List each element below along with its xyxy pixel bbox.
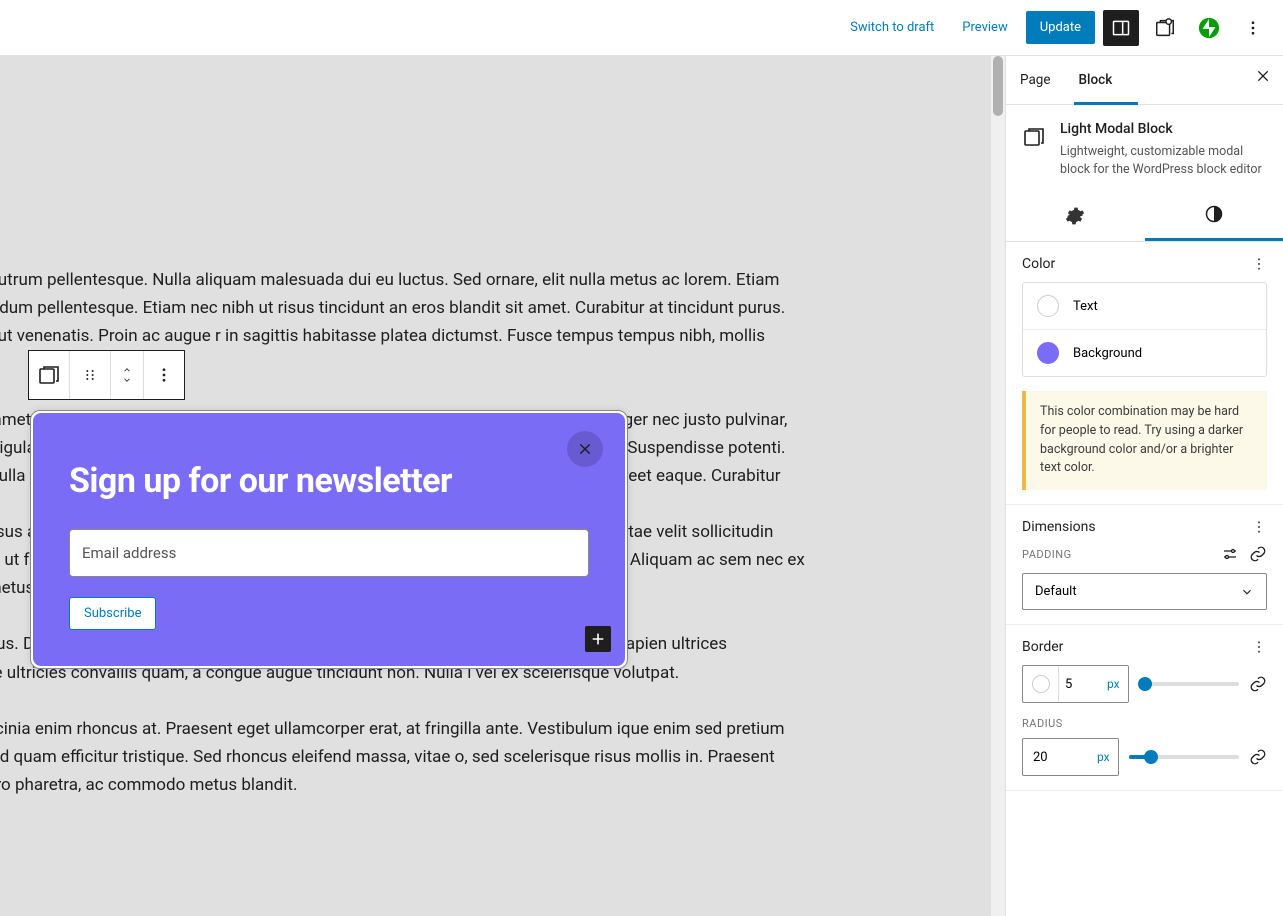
move-buttons: [111, 351, 144, 399]
block-options-button[interactable]: [144, 351, 184, 399]
scrollbar-thumb[interactable]: [993, 56, 1003, 116]
preview-link[interactable]: Preview: [952, 12, 1017, 43]
border-panel: Border px RADIUS: [1006, 625, 1283, 791]
styles-icon: [1204, 204, 1224, 224]
dimensions-heading: Dimensions: [1022, 519, 1096, 535]
border-unit-select[interactable]: px: [1099, 677, 1128, 691]
block-card-description: Lightweight, customizable modal block fo…: [1060, 143, 1267, 178]
link-icon: [1249, 545, 1267, 563]
modal-block-icon: [37, 363, 61, 387]
link-radius-toggle[interactable]: [1249, 748, 1267, 766]
color-panel: Color Text Background This color combina…: [1006, 242, 1283, 505]
padding-value: Default: [1035, 584, 1077, 599]
close-icon: [577, 441, 593, 457]
link-icon: [1249, 675, 1267, 693]
text-color-label: Text: [1073, 299, 1098, 314]
border-width-input[interactable]: px: [1022, 665, 1129, 703]
chevron-down-icon: [119, 375, 135, 385]
editor-canvas[interactable]: am feugiat ante ac leo rutrum pellentesq…: [0, 56, 1005, 916]
email-field[interactable]: Email address: [69, 529, 589, 577]
settings-sidebar: Page Block Light Modal Block Lightweight…: [1005, 56, 1283, 916]
text-color-row[interactable]: Text: [1023, 283, 1266, 329]
text-color-swatch: [1037, 295, 1059, 317]
block-toolbar: [28, 350, 185, 400]
update-button[interactable]: Update: [1026, 11, 1095, 44]
sliders-icon: [1221, 545, 1239, 563]
modal-block[interactable]: Sign up for our newsletter Email address…: [30, 410, 628, 669]
padding-select[interactable]: Default: [1022, 573, 1267, 610]
close-icon: [1255, 68, 1271, 84]
link-sides-toggle[interactable]: [1249, 545, 1267, 563]
slider-thumb[interactable]: [1138, 677, 1152, 691]
add-block-button[interactable]: [585, 626, 611, 652]
kebab-icon: [1251, 639, 1267, 655]
kebab-icon: [1251, 256, 1267, 272]
border-radius-field[interactable]: [1023, 750, 1089, 765]
block-type-button[interactable]: [29, 351, 70, 399]
close-sidebar-button[interactable]: [1243, 56, 1283, 104]
border-color-swatch: [1032, 675, 1050, 693]
padding-label: PADDING: [1022, 548, 1072, 561]
tab-styles[interactable]: [1145, 190, 1283, 241]
border-options-button[interactable]: [1251, 639, 1267, 655]
color-options-button[interactable]: [1251, 256, 1267, 272]
canvas-scrollbar[interactable]: [991, 56, 1005, 916]
block-card: Light Modal Block Lightweight, customiza…: [1006, 105, 1283, 190]
border-heading: Border: [1022, 639, 1063, 655]
switch-to-draft-link[interactable]: Switch to draft: [840, 12, 944, 43]
tab-block[interactable]: Block: [1065, 56, 1127, 104]
settings-sidebar-toggle[interactable]: [1103, 10, 1139, 46]
inspector-tabs: [1006, 190, 1283, 242]
tab-indicator: [1074, 102, 1138, 105]
border-radius-slider[interactable]: [1129, 755, 1239, 759]
editor-topbar: Switch to draft Preview Update: [0, 0, 1283, 56]
dimensions-panel: Dimensions PADDING Default: [1006, 505, 1283, 625]
dimensions-options-button[interactable]: [1251, 519, 1267, 535]
color-contrast-warning: This color combination may be hard for p…: [1022, 391, 1267, 490]
kebab-icon: [1244, 19, 1262, 37]
radius-label: RADIUS: [1022, 717, 1267, 730]
modal-block-icon: [1022, 125, 1046, 149]
link-icon: [1249, 748, 1267, 766]
link-border-toggle[interactable]: [1249, 675, 1267, 693]
move-up-button[interactable]: [119, 365, 135, 375]
move-down-button[interactable]: [119, 375, 135, 385]
border-radius-input[interactable]: px: [1022, 738, 1119, 776]
background-color-row[interactable]: Background: [1023, 329, 1266, 376]
paragraph[interactable]: ibus ultricies lacus, a lacinia enim rho…: [0, 715, 805, 799]
modal-heading[interactable]: Sign up for our newsletter: [69, 461, 589, 501]
drag-icon: [82, 367, 98, 383]
jetpack-icon: [1198, 17, 1220, 39]
block-card-icon: [1022, 125, 1046, 149]
border-width-field[interactable]: [1059, 677, 1099, 692]
tab-page[interactable]: Page: [1006, 56, 1065, 104]
kebab-icon: [155, 366, 173, 384]
subscribe-button[interactable]: Subscribe: [69, 597, 156, 630]
background-color-label: Background: [1073, 346, 1142, 361]
sidebar-icon: [1111, 18, 1131, 38]
modal-close-button[interactable]: [567, 431, 603, 467]
border-width-slider[interactable]: [1139, 682, 1239, 686]
tab-settings[interactable]: [1006, 190, 1145, 241]
slider-thumb[interactable]: [1144, 750, 1158, 764]
block-card-title: Light Modal Block: [1060, 121, 1267, 137]
color-heading: Color: [1022, 256, 1055, 272]
drag-handle[interactable]: [70, 351, 111, 399]
chevron-down-icon: [1240, 585, 1254, 599]
modal-block-toggle[interactable]: [1147, 10, 1183, 46]
background-color-swatch: [1037, 342, 1059, 364]
chevron-up-icon: [119, 365, 135, 375]
custom-padding-toggle[interactable]: [1221, 545, 1239, 563]
border-color-button[interactable]: [1023, 666, 1059, 702]
kebab-icon: [1251, 519, 1267, 535]
plus-icon: [590, 631, 606, 647]
radius-unit-select[interactable]: px: [1089, 750, 1118, 764]
jetpack-button[interactable]: [1191, 10, 1227, 46]
gear-icon: [1065, 206, 1085, 226]
modal-block-icon: [1154, 17, 1176, 39]
sidebar-tabs: Page Block: [1006, 56, 1283, 105]
options-menu-button[interactable]: [1235, 10, 1271, 46]
